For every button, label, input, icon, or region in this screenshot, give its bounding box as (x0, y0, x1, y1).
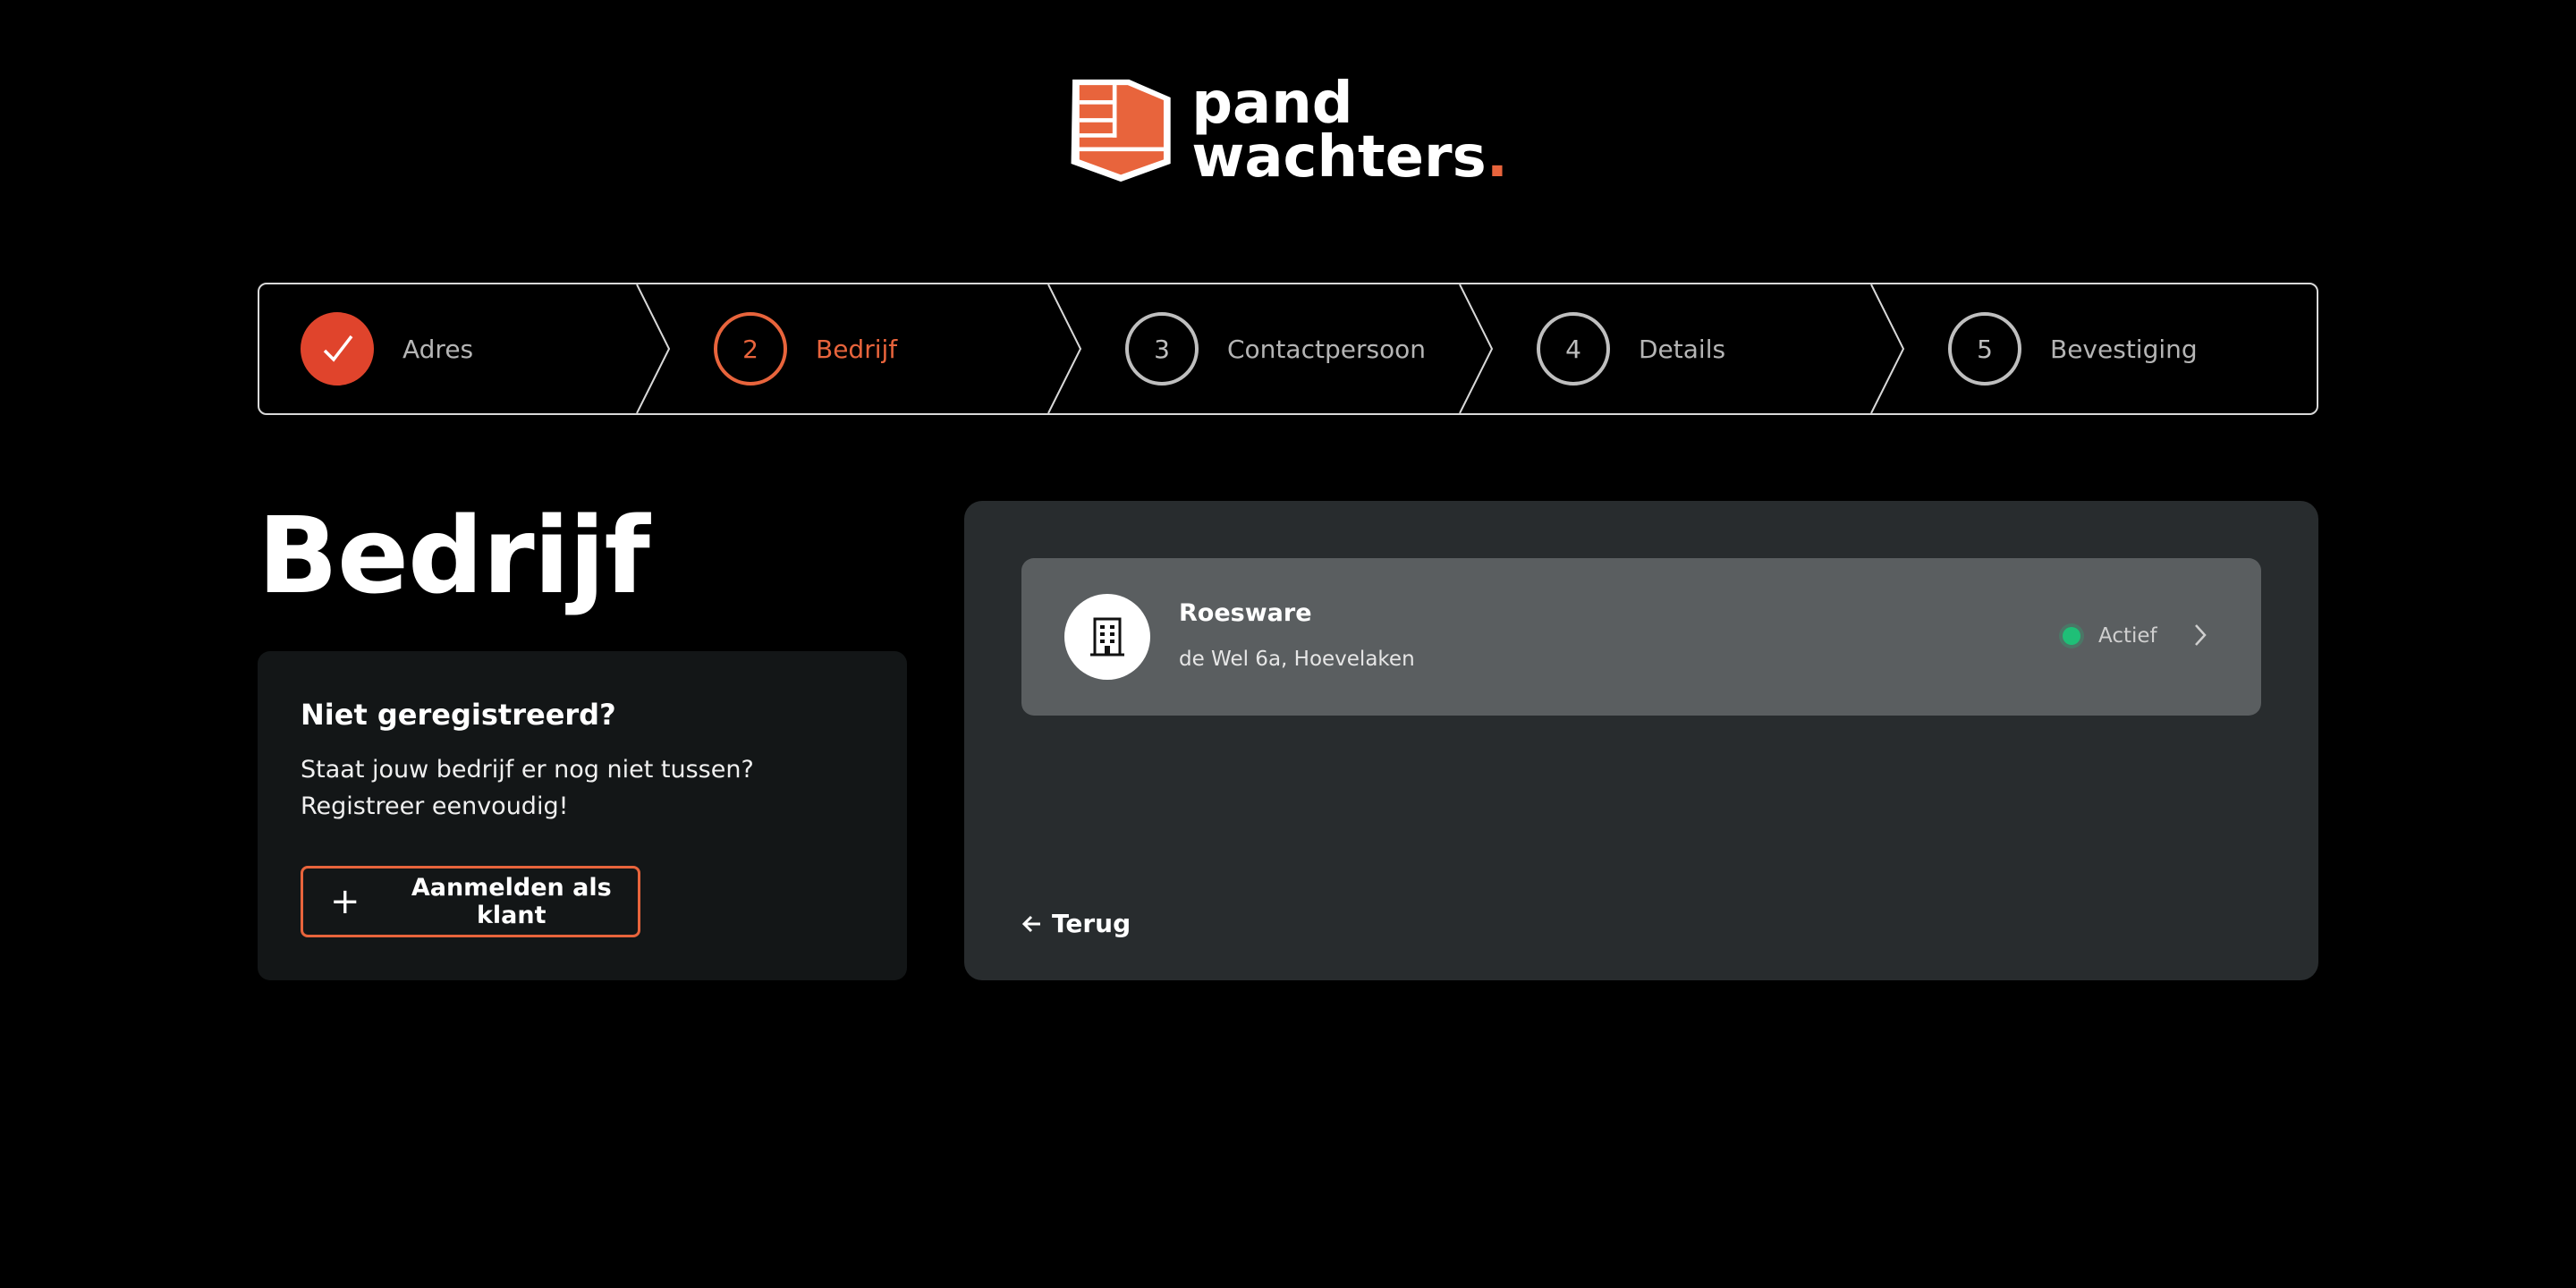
step-4-indicator: 4 (1537, 312, 1610, 386)
arrow-left-icon (1021, 915, 1040, 932)
step-bedrijf[interactable]: 2 Bedrijf (714, 284, 897, 413)
checkmark-icon (323, 335, 353, 362)
company-name: Roesware (1179, 599, 1312, 627)
step-contactpersoon[interactable]: 3 Contactpersoon (1125, 284, 1426, 413)
step-3-label: Contactpersoon (1227, 334, 1427, 364)
pandwachters-logo-icon (1071, 79, 1171, 182)
register-as-client-button[interactable]: + Aanmelden als klant (301, 866, 640, 937)
step-2-indicator: 2 (714, 312, 787, 386)
plus-icon: + (330, 881, 360, 922)
status-badge: Actief (2063, 624, 2157, 648)
building-icon (1090, 617, 1124, 657)
back-label: Terug (1052, 909, 1131, 938)
step-5-indicator: 5 (1948, 312, 2021, 386)
step-bevestiging[interactable]: 5 Bevestiging (1948, 284, 2198, 413)
step-adres[interactable]: Adres (301, 284, 473, 413)
company-select-panel: Roesware de Wel 6a, Hoevelaken Actief Te… (964, 501, 2318, 980)
status-label: Actief (2098, 624, 2157, 648)
brand-line-1: pand (1191, 71, 1353, 137)
register-card-text: Staat jouw bedrijf er nog niet tussen? R… (301, 756, 754, 820)
register-card-title: Niet geregistreerd? (301, 698, 616, 732)
company-list-item[interactable]: Roesware de Wel 6a, Hoevelaken Actief (1021, 558, 2261, 716)
brand-wordmark: pand wachters. (1191, 71, 1508, 186)
company-avatar (1064, 594, 1150, 680)
page-title: Bedrijf (258, 494, 650, 617)
step-5-label: Bevestiging (2050, 334, 2198, 364)
company-address: de Wel 6a, Hoevelaken (1179, 648, 1415, 671)
register-card: Niet geregistreerd? Staat jouw bedrijf e… (258, 651, 907, 980)
step-4-label: Details (1639, 334, 1726, 364)
step-details[interactable]: 4 Details (1537, 284, 1725, 413)
status-dot-icon (2063, 627, 2080, 645)
step-1-indicator (301, 312, 374, 386)
back-button[interactable]: Terug (1021, 909, 1131, 938)
chevron-right-icon (2195, 624, 2207, 646)
progress-stepper: Adres 2 Bedrijf 3 Contactpersoon 4 Detai… (258, 283, 2318, 415)
step-3-indicator: 3 (1125, 312, 1199, 386)
step-1-label: Adres (402, 334, 474, 364)
brand-dot: . (1486, 124, 1508, 191)
register-button-label: Aanmelden als klant (411, 874, 612, 929)
brand-line-2: wachters (1191, 124, 1487, 191)
brand-logo[interactable]: pand wachters. (1070, 63, 1508, 199)
step-2-label: Bedrijf (816, 334, 898, 364)
